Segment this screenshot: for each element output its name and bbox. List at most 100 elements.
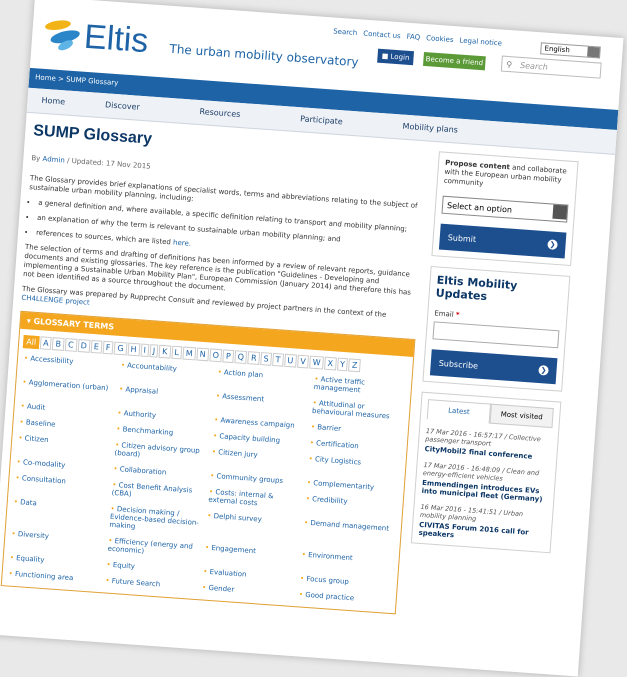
letter-filter-item[interactable]: T <box>272 352 284 367</box>
glossary-term-link[interactable]: Credibility <box>305 495 397 517</box>
glossary-term-link[interactable]: Equity <box>106 561 197 575</box>
letter-filter-item[interactable]: Y <box>336 357 349 372</box>
glossary-term-link[interactable]: Future Search <box>105 577 196 591</box>
letter-filter-item[interactable]: S <box>260 352 273 366</box>
letter-filter-item[interactable]: C <box>64 338 78 352</box>
news-item: 17 Mar 2016 - 16:48:09 / Clean and energ… <box>421 461 549 504</box>
email-field[interactable] <box>432 321 560 349</box>
news-title-link[interactable]: Emmendingen introduces EVs into municipa… <box>421 479 548 504</box>
nav-mobility-plans[interactable]: Mobility plans <box>402 115 459 143</box>
glossary-term-link[interactable]: Capacity building <box>213 432 304 446</box>
site-logo[interactable]: Eltis <box>43 15 150 61</box>
email-label-text: Email <box>434 309 454 319</box>
letter-filter-item[interactable]: A <box>39 336 53 351</box>
letter-filter-item[interactable]: B <box>52 337 65 351</box>
news-list: 17 Mar 2016 - 16:57:17 / Collective pass… <box>418 427 552 546</box>
letter-filter-item[interactable]: E <box>90 339 103 354</box>
nav-resources[interactable]: Resources <box>199 100 241 127</box>
glossary-term-link[interactable]: Engagement <box>204 544 296 566</box>
toplink-cookies[interactable]: Cookies <box>426 34 454 44</box>
letter-filter-item[interactable]: K <box>158 344 171 359</box>
glossary-term-link[interactable]: Complementarity <box>307 479 398 493</box>
glossary-term-link[interactable]: Benchmarking <box>116 425 207 439</box>
glossary-term-link[interactable]: Attitudinal or behavioural measures <box>312 399 404 421</box>
glossary-term-link[interactable]: Efficiency (energy and economic) <box>107 537 199 559</box>
glossary-term-link[interactable]: Evaluation <box>203 568 294 582</box>
news-title-link[interactable]: CIVITAS Forum 2016 call for speakers <box>418 521 545 546</box>
letter-filter-item[interactable]: Q <box>234 350 248 365</box>
toplink-faq[interactable]: FAQ <box>406 33 420 42</box>
glossary-term-link[interactable]: Awareness campaign <box>214 416 305 430</box>
nav-home[interactable]: Home <box>41 89 66 115</box>
glossary-term-link[interactable]: Agglomeration (urban) <box>22 378 114 400</box>
letter-filter-item[interactable]: I <box>140 343 150 358</box>
letter-filter-item[interactable]: J <box>149 344 159 358</box>
letter-filter-item[interactable]: R <box>247 351 260 365</box>
letter-filter-item[interactable]: V <box>296 354 310 369</box>
arrow-right-icon: ❯ <box>538 364 549 376</box>
letter-filter-item[interactable]: P <box>222 349 235 364</box>
glossary-term-link[interactable]: Functioning area <box>8 570 99 584</box>
toplink-legal[interactable]: Legal notice <box>459 36 502 47</box>
glossary-term-link[interactable]: Collaboration <box>113 465 204 479</box>
letter-filter-item[interactable]: O <box>209 348 223 363</box>
glossary-term-link[interactable]: Costs: internal & external costs <box>208 488 300 510</box>
main-content: SUMP Glossary By Admin / Updated: 17 Nov… <box>0 122 429 615</box>
glossary-term-link[interactable]: Community groups <box>210 472 301 486</box>
glossary-term-link[interactable]: Good practice <box>299 590 390 604</box>
glossary-term-link[interactable]: Co-modality <box>16 458 107 472</box>
glossary-term-link[interactable]: Citizen advisory group (board) <box>114 441 206 463</box>
nav-discover[interactable]: Discover <box>104 93 140 119</box>
glossary-term-link[interactable]: Delphi survey <box>206 512 298 542</box>
login-button[interactable]: ■ Login <box>377 48 415 66</box>
tab-latest[interactable]: Latest <box>426 399 492 424</box>
letter-filter-item[interactable]: H <box>127 342 140 357</box>
glossary-term-link[interactable]: Decision making / Evidence-based decisio… <box>109 505 201 535</box>
glossary-term-link[interactable]: Assessment <box>215 392 307 414</box>
glossary-term-link[interactable]: Certification <box>309 439 400 453</box>
letter-filter-item[interactable]: Z <box>348 358 361 373</box>
subscribe-button[interactable]: Subscribe ❯ <box>429 349 558 385</box>
glossary-term-link[interactable]: Diversity <box>11 530 103 552</box>
letter-filter-item[interactable]: W <box>309 355 325 370</box>
author-link[interactable]: Admin <box>42 155 65 165</box>
glossary-term-link[interactable]: Gender <box>202 583 293 597</box>
letter-filter-item[interactable]: N <box>196 347 210 362</box>
letter-filter-item[interactable]: X <box>324 356 337 371</box>
breadcrumb[interactable]: Home > SUMP Glossary <box>35 73 119 87</box>
nav-participate[interactable]: Participate <box>299 107 343 134</box>
letter-filter-item[interactable]: L <box>170 345 183 360</box>
glossary-term-link[interactable]: Barrier <box>311 423 402 437</box>
glossary-term-link[interactable]: Audit <box>20 402 111 416</box>
glossary-term-link[interactable]: Appraisal <box>118 385 210 407</box>
glossary-term-link[interactable]: Focus group <box>300 574 391 588</box>
glossary-term-link[interactable]: Demand management <box>303 519 395 549</box>
glossary-term-link[interactable]: Baseline <box>19 418 110 432</box>
arrow-right-icon: ❯ <box>547 239 558 250</box>
glossary-term-link[interactable]: City Logistics <box>308 455 400 477</box>
top-links: Search Contact us FAQ Cookies Legal noti… <box>333 27 502 47</box>
letter-filter-item[interactable]: D <box>77 338 91 353</box>
glossary-term-link[interactable]: Consultation <box>15 474 107 496</box>
tab-most-visited[interactable]: Most visited <box>489 403 554 429</box>
glossary-term-link[interactable]: Data <box>12 498 104 528</box>
letter-filter-item[interactable]: G <box>113 341 128 356</box>
glossary-term-link[interactable]: Cost Benefit Analysis (CBA) <box>111 481 203 503</box>
toplink-search[interactable]: Search <box>333 27 358 37</box>
glossary-term-link[interactable]: Citizen <box>18 434 110 456</box>
submit-button[interactable]: Submit ❯ <box>438 223 567 259</box>
language-select[interactable]: English <box>540 42 601 59</box>
here-link[interactable]: here. <box>173 239 192 248</box>
letter-filter-item[interactable]: F <box>102 340 114 355</box>
content-type-select[interactable]: Select an option <box>441 195 569 223</box>
become-friend-button[interactable]: Become a friend <box>422 51 486 71</box>
glossary-term-link[interactable]: Authority <box>117 409 208 423</box>
glossary-term-link[interactable]: Equality <box>9 554 100 568</box>
glossary-term-link[interactable]: Citizen jury <box>211 448 303 470</box>
search-input[interactable]: ⚲ Search <box>500 55 602 79</box>
toplink-contact[interactable]: Contact us <box>363 30 401 41</box>
letter-filter-item[interactable]: M <box>182 346 197 361</box>
letter-filter-item[interactable]: U <box>283 353 297 368</box>
glossary-term-link[interactable]: Environment <box>301 551 393 573</box>
letter-filter-all[interactable]: All <box>22 335 40 350</box>
